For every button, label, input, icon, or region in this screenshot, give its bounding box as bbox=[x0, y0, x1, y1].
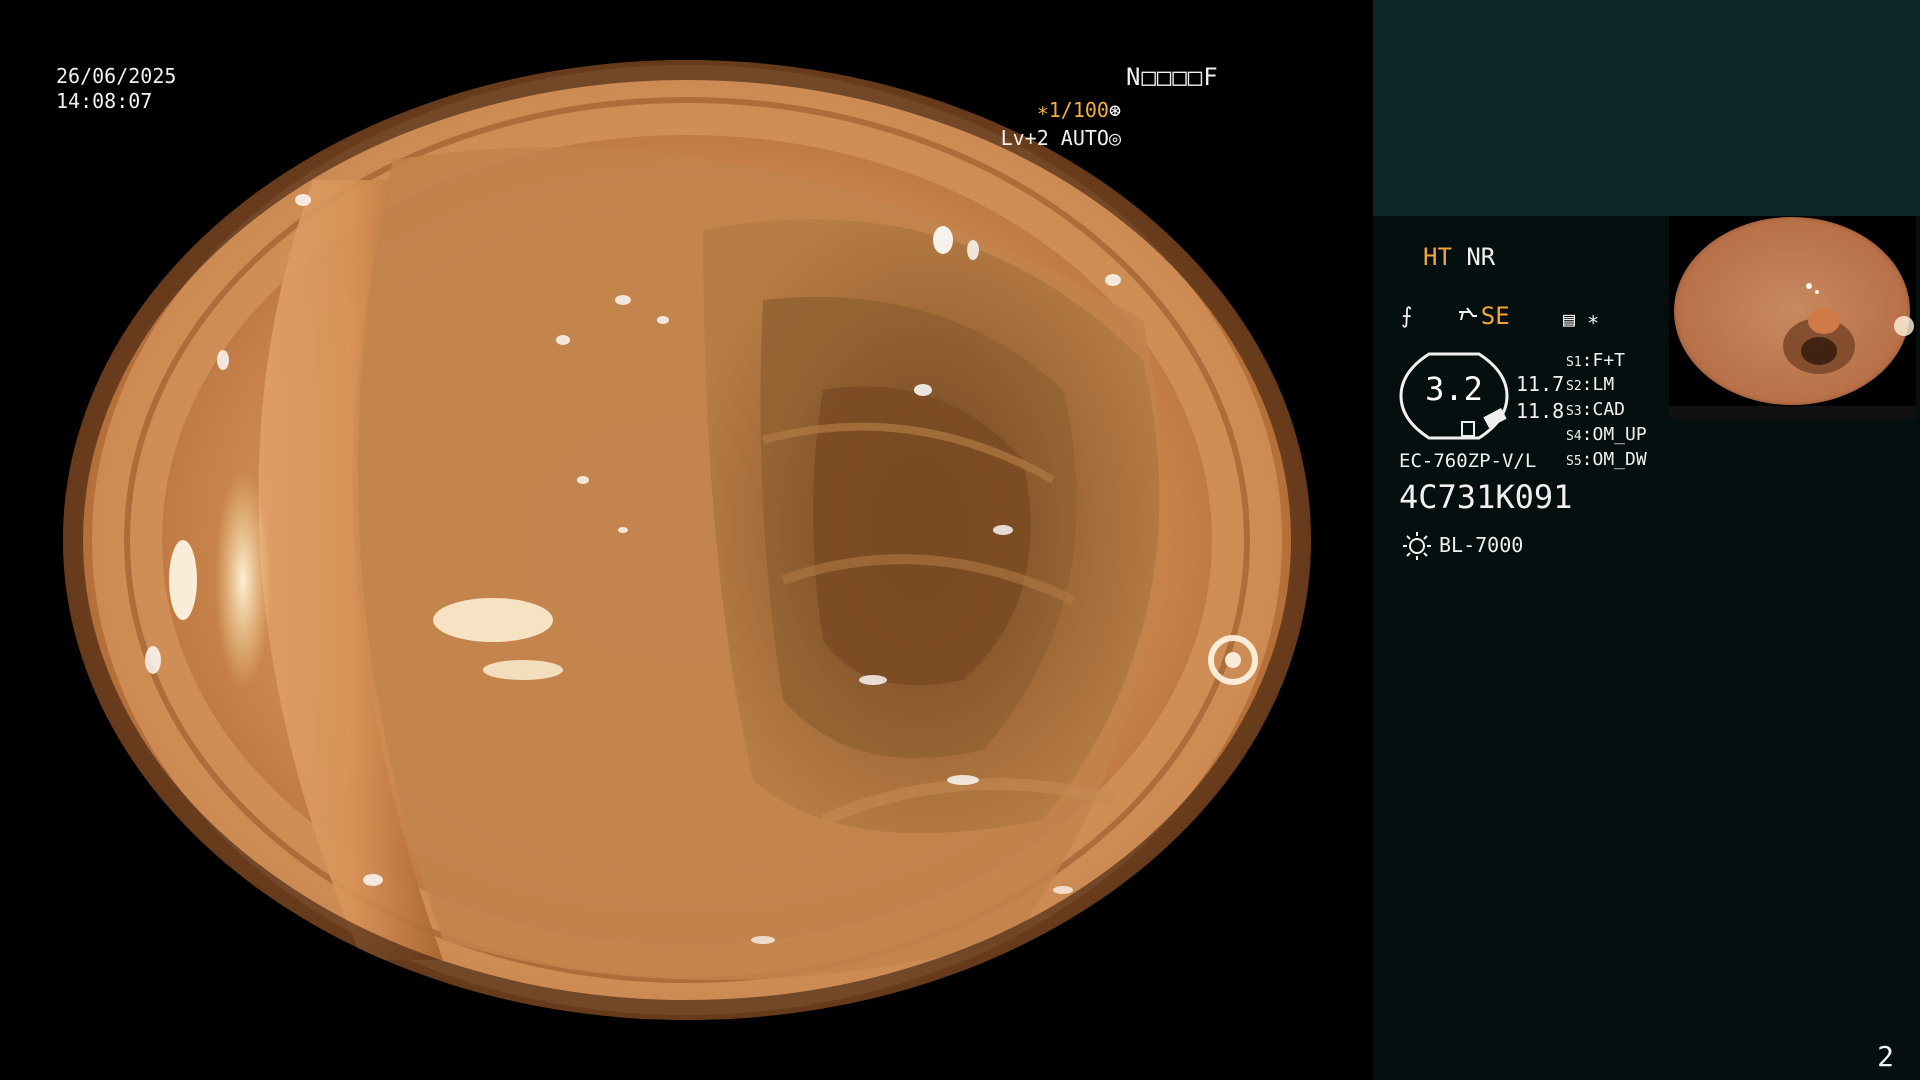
page-number: 2 bbox=[1877, 1040, 1894, 1073]
captured-image-thumbnail[interactable] bbox=[1669, 216, 1916, 406]
iris-setting: Lv+2 AUTO◎ bbox=[1001, 126, 1121, 150]
switch-5-value: OM_DW bbox=[1592, 449, 1647, 470]
enhancement-icon: ⨍ bbox=[1401, 304, 1413, 329]
thumbnail-status-bar bbox=[1669, 406, 1916, 418]
scope-model: EC-760ZP-V/L bbox=[1399, 450, 1537, 472]
nr-label: NR bbox=[1466, 243, 1496, 271]
iris-value: Lv+2 AUTO bbox=[1000, 126, 1109, 150]
function-value-1: 11.7 bbox=[1516, 372, 1565, 396]
zoom-indicator: 3.2 bbox=[1399, 352, 1509, 440]
shutter-value: ∗1/100 bbox=[1036, 98, 1109, 122]
structure-enhancement-icon bbox=[1458, 307, 1477, 321]
switch-1-value: F+T bbox=[1592, 350, 1626, 371]
switch-4: S4:OM_UP bbox=[1566, 424, 1647, 445]
memory-icon: ▤ ∗ bbox=[1563, 307, 1600, 331]
switch-2-value: LM bbox=[1592, 374, 1615, 395]
structure-enhancement-row: SE bbox=[1399, 274, 1510, 358]
iris-icon: ◎ bbox=[1108, 126, 1121, 150]
endoscope-video-area: 26/06/2025 14:08:07 N□□□□F ∗1/100⊛ Lv+2 … bbox=[0, 0, 1373, 1080]
shutter-speed: ∗1/100⊛ bbox=[1037, 98, 1121, 122]
exam-time: 14:08:07 bbox=[56, 89, 153, 113]
ht-label: HT bbox=[1423, 243, 1452, 271]
scope-serial: 4C731K091 bbox=[1399, 478, 1573, 516]
switch-2: S2:LM bbox=[1566, 374, 1615, 395]
light-source-icon bbox=[1403, 532, 1431, 560]
switch-1: S1:F+T bbox=[1566, 350, 1626, 371]
switch-5: S5:OM_DW bbox=[1566, 449, 1647, 470]
se-label: SE bbox=[1480, 302, 1510, 330]
zoom-value: 3.2 bbox=[1425, 370, 1483, 408]
switch-3-value: CAD bbox=[1592, 399, 1626, 420]
endoscopic-image bbox=[63, 60, 1311, 1020]
panel-header-area bbox=[1373, 0, 1920, 216]
light-source-model: BL-7000 bbox=[1439, 533, 1524, 557]
shutter-icon: ⊛ bbox=[1108, 98, 1121, 122]
function-value-2: 11.8 bbox=[1516, 399, 1565, 423]
switch-3: S3:CAD bbox=[1566, 399, 1626, 420]
switch-1-key: S1 bbox=[1566, 355, 1582, 370]
thumbnail-image bbox=[1674, 217, 1914, 405]
switch-2-key: S2 bbox=[1566, 379, 1582, 394]
switch-4-key: S4 bbox=[1566, 429, 1582, 444]
switch-5-key: S5 bbox=[1566, 454, 1582, 469]
switch-4-value: OM_UP bbox=[1592, 424, 1647, 445]
patient-id: N□□□□F bbox=[1126, 63, 1219, 91]
image-mode-row: HT NR bbox=[1423, 243, 1495, 271]
exam-date: 26/06/2025 bbox=[56, 64, 177, 88]
info-panel: HT NR SE ⨍ ▤ ∗ 3.2 11.7 11.8 S1:F+T S2:L… bbox=[1373, 0, 1920, 1080]
switch-3-key: S3 bbox=[1566, 404, 1582, 419]
